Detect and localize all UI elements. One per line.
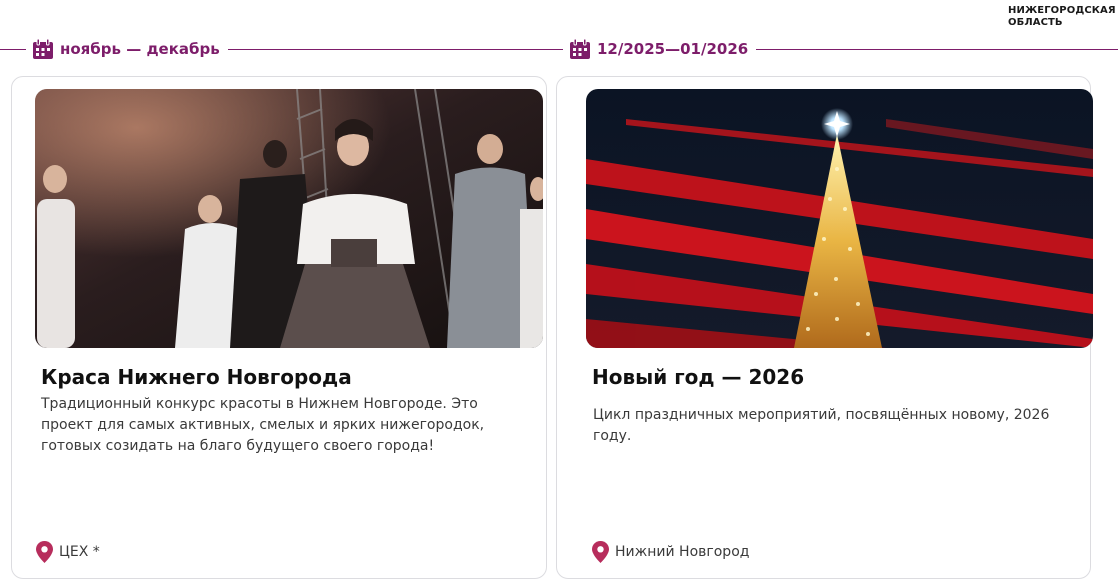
- event-title[interactable]: Новый год — 2026: [592, 365, 804, 389]
- location-text: Нижний Новгород: [615, 544, 750, 560]
- date-header-2: 12/2025—01/2026: [555, 37, 1118, 61]
- location-pin-icon: [36, 541, 53, 563]
- event-description: Цикл праздничных мероприятий, посвящённы…: [593, 407, 1050, 444]
- divider-line: [0, 48, 26, 50]
- fashion-show-photo[interactable]: [35, 89, 543, 348]
- region-logo-line2: ОБЛАСТЬ: [1008, 17, 1063, 28]
- event-card[interactable]: Краса Нижнего Новгорода Традиционный кон…: [11, 76, 547, 579]
- calendar-icon: [33, 38, 53, 59]
- calendar-icon: [570, 38, 590, 59]
- event-description: Традиционный конкурс красоты в Нижнем Но…: [41, 396, 485, 454]
- date-label: 12/2025—01/2026: [597, 40, 749, 58]
- date-header-1: ноябрь — декабрь: [0, 37, 555, 61]
- page: НИЖЕГОРОДСКАЯ ОБЛАСТЬ ноябрь — декабрь 1…: [0, 0, 1118, 587]
- event-card[interactable]: Новый год — 2026 Цикл праздничных меропр…: [556, 76, 1093, 579]
- location-text: ЦЕХ *: [59, 544, 100, 560]
- date-label: ноябрь — декабрь: [60, 40, 220, 58]
- region-logo[interactable]: НИЖЕГОРОДСКАЯ ОБЛАСТЬ: [1008, 5, 1116, 29]
- divider-line: [756, 48, 1118, 50]
- divider-line: [227, 48, 555, 50]
- event-location: Нижний Новгород: [592, 539, 749, 565]
- region-logo-line1: НИЖЕГОРОДСКАЯ: [1008, 5, 1116, 16]
- event-title[interactable]: Краса Нижнего Новгорода: [41, 365, 352, 389]
- christmas-tree-photo[interactable]: [586, 89, 1093, 348]
- event-location: ЦЕХ *: [36, 539, 100, 565]
- divider-line: [555, 48, 563, 50]
- location-pin-icon: [592, 541, 609, 563]
